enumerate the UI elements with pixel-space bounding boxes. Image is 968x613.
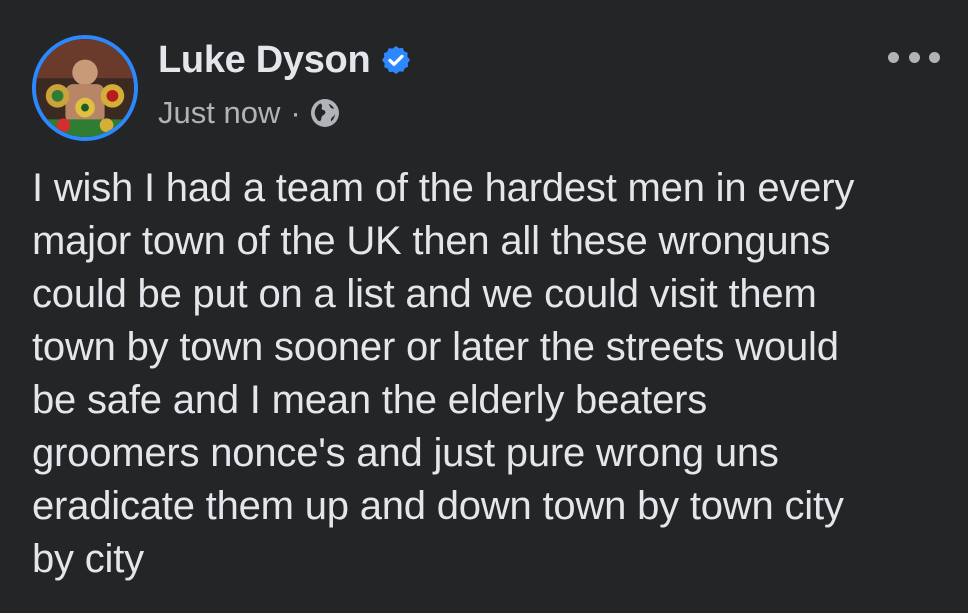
timestamp[interactable]: Just now	[158, 95, 280, 131]
author-name[interactable]: Luke Dyson	[158, 39, 371, 82]
avatar[interactable]	[32, 35, 138, 141]
verified-badge-icon	[382, 46, 411, 74]
globe-icon[interactable]	[309, 97, 341, 129]
avatar-image	[36, 39, 134, 137]
post-card: Luke Dyson Just now · I wish I had a tea…	[0, 0, 968, 613]
post-text: I wish I had a team of the hardest men i…	[32, 166, 855, 581]
meta-separator: ·	[290, 95, 301, 130]
more-dot-icon	[908, 51, 920, 63]
post-meta: Just now ·	[158, 93, 341, 133]
author-row: Luke Dyson	[158, 38, 412, 82]
more-dot-icon	[888, 51, 899, 63]
more-options-button[interactable]	[888, 44, 940, 70]
more-dot-icon	[929, 51, 940, 63]
